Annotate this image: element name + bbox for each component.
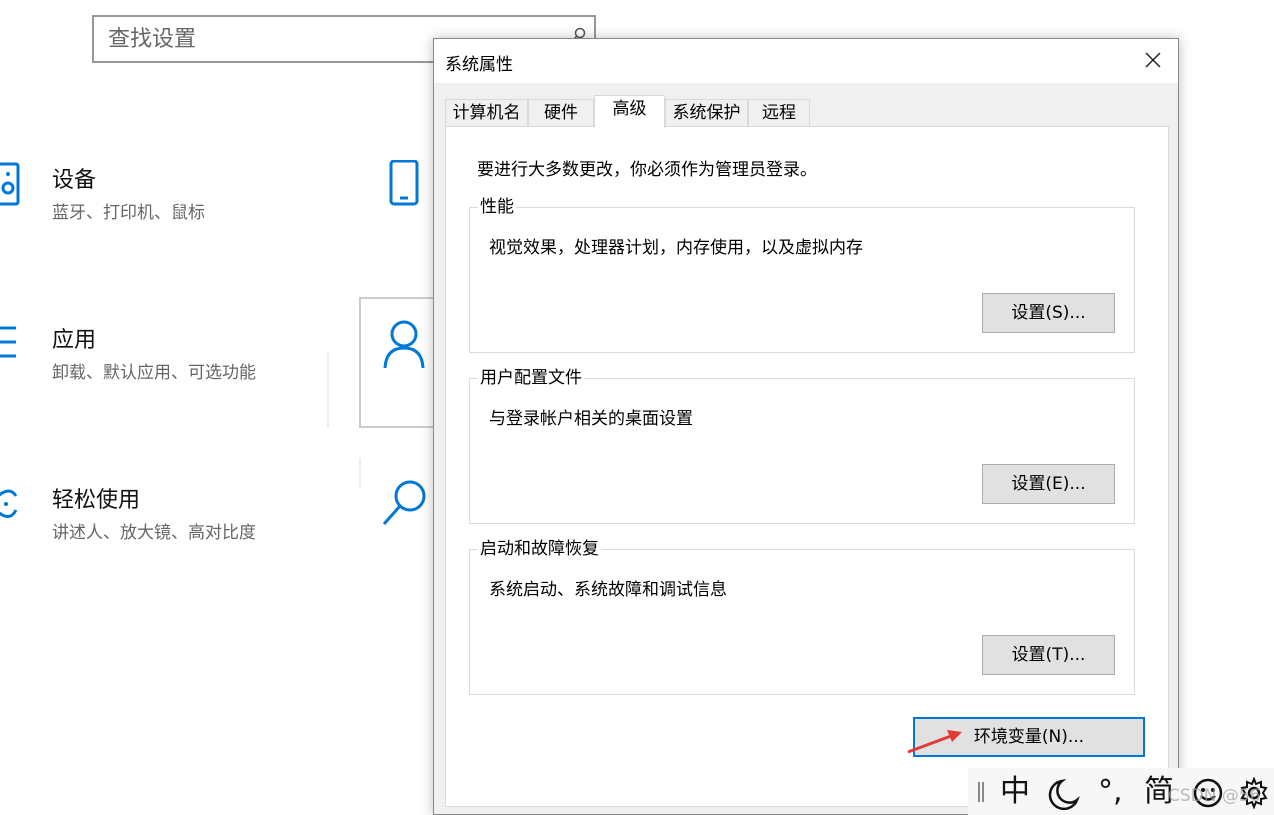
close-button[interactable] bbox=[1130, 39, 1178, 83]
search-icon[interactable] bbox=[378, 478, 438, 538]
divider bbox=[359, 458, 361, 488]
person-icon bbox=[383, 320, 425, 369]
tab-computer-name[interactable]: 计算机名 bbox=[445, 99, 528, 127]
half-width-moon-icon[interactable] bbox=[1048, 778, 1080, 810]
category-ease-of-access[interactable]: 轻松使用 讲述人、放大镜、高对比度 bbox=[0, 482, 330, 592]
category-devices[interactable]: 设备 蓝牙、打印机、鼠标 bbox=[0, 162, 330, 272]
group-legend: 性能 bbox=[478, 197, 516, 217]
ease-of-access-icon bbox=[0, 489, 18, 518]
tab-advanced[interactable]: 高级 bbox=[594, 95, 665, 128]
dialog-titlebar[interactable]: 系统属性 bbox=[434, 39, 1178, 83]
tab-remote[interactable]: 远程 bbox=[748, 99, 810, 127]
phone-icon[interactable] bbox=[378, 160, 438, 220]
ime-mode-toggle[interactable]: 中 bbox=[1000, 774, 1030, 810]
category-subtitle: 蓝牙、打印机、鼠标 bbox=[52, 203, 205, 223]
ime-punctuation-toggle[interactable]: °, bbox=[1098, 774, 1123, 810]
divider bbox=[327, 352, 329, 428]
user-profiles-group: 用户配置文件 与登录帐户相关的桌面设置 设置(E)... bbox=[469, 368, 1135, 524]
group-description: 系统启动、系统故障和调试信息 bbox=[489, 580, 727, 600]
annotation-arrow bbox=[907, 730, 962, 754]
dialog-title: 系统属性 bbox=[445, 55, 513, 75]
close-icon bbox=[1145, 52, 1161, 68]
admin-notice: 要进行大多数更改，你必须作为管理员登录。 bbox=[477, 160, 817, 180]
ime-grip-handle[interactable] bbox=[978, 782, 984, 802]
group-legend: 用户配置文件 bbox=[478, 368, 584, 388]
app-list-icon bbox=[0, 326, 16, 358]
performance-group: 性能 视觉效果，处理器计划，内存使用，以及虚拟内存 设置(S)... bbox=[469, 197, 1135, 353]
category-subtitle: 讲述人、放大镜、高对比度 bbox=[52, 523, 256, 543]
startup-recovery-group: 启动和故障恢复 系统启动、系统故障和调试信息 设置(T)... bbox=[469, 539, 1135, 695]
system-properties-dialog: 系统属性 计算机名 硬件 高级 系统保护 远程 要进行大多数更改，你必须作为管理… bbox=[433, 38, 1179, 815]
ime-toolbar: 中 °, 简 bbox=[968, 768, 1274, 815]
user-profiles-settings-button[interactable]: 设置(E)... bbox=[982, 464, 1115, 504]
group-legend: 启动和故障恢复 bbox=[478, 539, 601, 559]
category-title: 轻松使用 bbox=[52, 488, 141, 513]
startup-recovery-settings-button[interactable]: 设置(T)... bbox=[982, 635, 1115, 675]
tab-panel-advanced: 要进行大多数更改，你必须作为管理员登录。 性能 视觉效果，处理器计划，内存使用，… bbox=[445, 126, 1169, 807]
performance-settings-button[interactable]: 设置(S)... bbox=[982, 293, 1115, 333]
tab-hardware[interactable]: 硬件 bbox=[528, 99, 594, 127]
category-title: 设备 bbox=[52, 168, 97, 193]
ime-script-toggle[interactable]: 简 bbox=[1144, 774, 1174, 810]
gear-icon[interactable] bbox=[1238, 777, 1270, 809]
category-subtitle: 卸载、默认应用、可选功能 bbox=[52, 363, 256, 383]
tab-system-protection[interactable]: 系统保护 bbox=[665, 99, 748, 127]
emoji-icon[interactable] bbox=[1192, 777, 1224, 809]
group-description: 与登录帐户相关的桌面设置 bbox=[489, 409, 693, 429]
keyboard-speaker-icon bbox=[0, 162, 20, 206]
category-title: 应用 bbox=[52, 328, 97, 353]
group-description: 视觉效果，处理器计划，内存使用，以及虚拟内存 bbox=[489, 238, 863, 258]
category-apps[interactable]: 应用 卸载、默认应用、可选功能 bbox=[0, 322, 330, 432]
